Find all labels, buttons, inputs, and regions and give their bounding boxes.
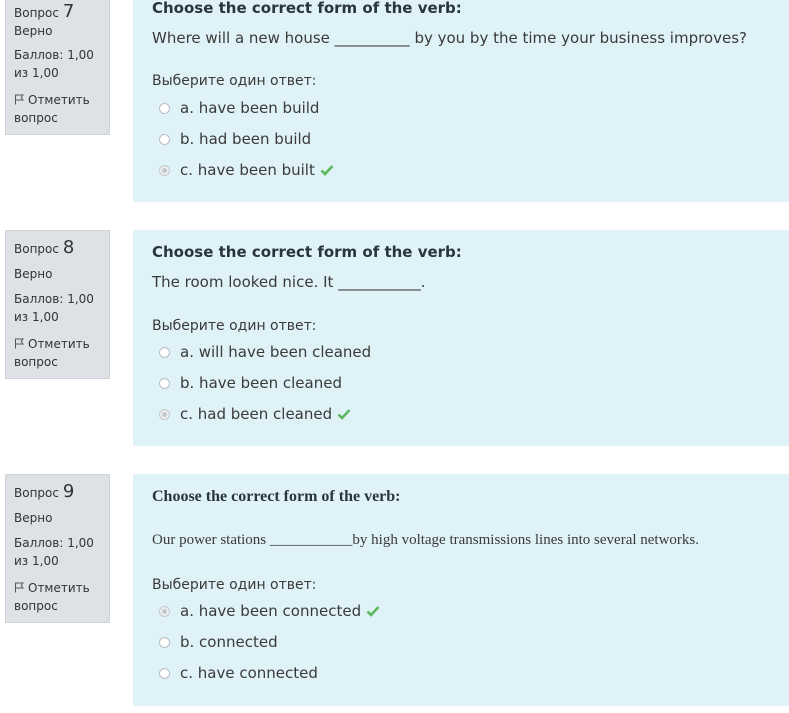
question-content: Choose the correct form of the verb: Our… — [133, 474, 789, 706]
question-number: Вопрос 9 — [14, 481, 74, 502]
question-content: Choose the correct form of the verb: The… — [133, 230, 789, 446]
flag-label: Отметить вопрос — [14, 93, 90, 125]
radio-icon[interactable] — [159, 164, 170, 176]
question-state: Верно — [14, 24, 53, 38]
flag-icon — [15, 338, 24, 349]
answer-option[interactable]: a. will have been cleaned — [159, 343, 371, 361]
answer-option[interactable]: b. have been cleaned — [159, 374, 342, 392]
answer-option[interactable]: b. connected — [159, 633, 278, 651]
question-info: Вопрос 8 Верно Баллов: 1,00 из 1,00 Отме… — [5, 230, 110, 379]
answer-option-selected[interactable]: c. have been built — [159, 161, 334, 179]
flag-label: Отметить вопрос — [14, 337, 90, 369]
question-number-value: 9 — [62, 481, 75, 502]
question-label: Вопрос — [14, 486, 59, 500]
answer-option-selected[interactable]: c. had been cleaned — [159, 405, 351, 423]
question-title: Choose the correct form of the verb: — [152, 488, 401, 505]
question-title: Choose the correct form of the verb: — [152, 0, 462, 17]
answer-label: c. have been built — [180, 161, 315, 179]
answer-label: a. will have been cleaned — [180, 343, 372, 361]
answer-option[interactable]: b. had been build — [159, 130, 311, 148]
radio-icon[interactable] — [159, 636, 170, 648]
question-number: Вопрос 7 — [14, 1, 74, 22]
answer-label: c. have connected — [180, 664, 318, 682]
answer-label: b. connected — [180, 633, 278, 651]
question-label: Вопрос — [14, 242, 59, 256]
flag-question-link[interactable]: Отметить вопрос — [14, 91, 106, 127]
check-icon — [366, 606, 380, 617]
question-info: Вопрос 7 Верно Баллов: 1,00 из 1,00 Отме… — [5, 0, 110, 135]
check-icon — [337, 409, 351, 420]
answer-prompt: Выберите один ответ: — [152, 73, 317, 89]
question-label: Вопрос — [14, 6, 59, 20]
question-title: Choose the correct form of the verb: — [152, 243, 462, 261]
radio-icon[interactable] — [159, 667, 170, 679]
flag-question-link[interactable]: Отметить вопрос — [14, 335, 106, 371]
question-text: The room looked nice. It ___________. — [152, 273, 426, 291]
check-icon — [320, 165, 334, 176]
question-state: Верно — [14, 511, 53, 525]
radio-icon[interactable] — [159, 605, 170, 617]
question-number: Вопрос 8 — [14, 237, 74, 258]
question-grade: Баллов: 1,00 из 1,00 — [14, 536, 94, 568]
flag-question-link[interactable]: Отметить вопрос — [14, 579, 106, 615]
answer-prompt: Выберите один ответ: — [152, 577, 317, 593]
question-number-value: 7 — [62, 1, 75, 22]
question-content: Choose the correct form of the verb: Whe… — [133, 0, 789, 202]
answer-option-selected[interactable]: a. have been connected — [159, 602, 380, 620]
question-grade: Баллов: 1,00 из 1,00 — [14, 292, 94, 324]
answer-prompt: Выберите один ответ: — [152, 318, 317, 334]
question-text: Our power stations ___________by high vo… — [152, 532, 700, 548]
radio-icon[interactable] — [159, 133, 170, 145]
answer-label: b. had been build — [180, 130, 312, 148]
question-number-value: 8 — [62, 237, 75, 258]
flag-label: Отметить вопрос — [14, 581, 90, 613]
flag-icon — [15, 94, 24, 105]
answer-label: c. had been cleaned — [180, 405, 333, 423]
answer-label: a. have been build — [180, 99, 320, 117]
radio-icon[interactable] — [159, 408, 170, 420]
question-state: Верно — [14, 267, 53, 281]
question-text: Where will a new house __________ by you… — [152, 29, 747, 47]
flag-icon — [15, 582, 24, 593]
answer-option[interactable]: a. have been build — [159, 99, 319, 117]
question-info: Вопрос 9 Верно Баллов: 1,00 из 1,00 Отме… — [5, 474, 110, 623]
answer-option[interactable]: c. have connected — [159, 664, 318, 682]
radio-icon[interactable] — [159, 346, 170, 358]
question-grade: Баллов: 1,00 из 1,00 — [14, 48, 94, 80]
answer-label: b. have been cleaned — [180, 374, 342, 392]
radio-icon[interactable] — [159, 377, 170, 389]
answer-label: a. have been connected — [180, 602, 362, 620]
radio-icon[interactable] — [159, 102, 170, 114]
